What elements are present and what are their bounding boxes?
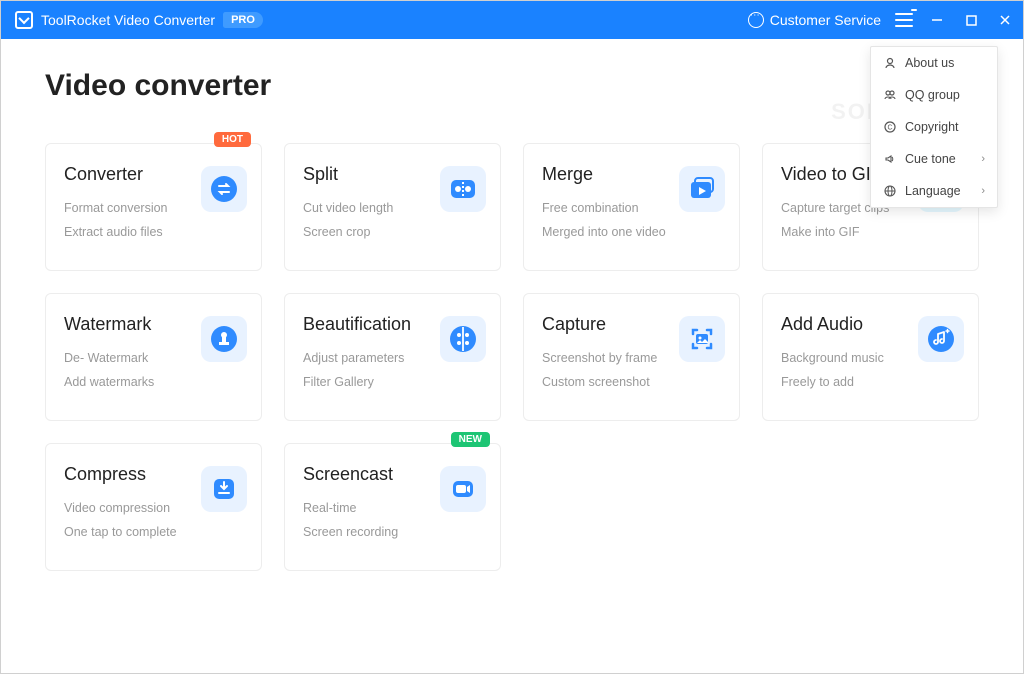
chat-icon: [748, 12, 764, 28]
chevron-right-icon: ›: [981, 185, 985, 197]
feature-grid: HOT Converter Format conversion Extract …: [45, 143, 979, 571]
card-line: Make into GIF: [781, 221, 960, 245]
card-compress[interactable]: Compress Video compression One tap to co…: [45, 443, 262, 571]
card-watermark[interactable]: Watermark De- Watermark Add watermarks: [45, 293, 262, 421]
menu-label: Cue tone: [905, 152, 956, 166]
group-icon: [883, 88, 897, 102]
compress-icon: [201, 466, 247, 512]
app-title: ToolRocket Video Converter: [41, 12, 215, 28]
watermark-icon: [201, 316, 247, 362]
new-badge: NEW: [451, 432, 490, 447]
menu-copyright[interactable]: C Copyright: [871, 111, 997, 143]
page-title: Video converter: [45, 69, 979, 103]
convert-icon: [201, 166, 247, 212]
card-line: Merged into one video: [542, 221, 721, 245]
hot-badge: HOT: [214, 132, 251, 147]
app-window: ToolRocket Video Converter PRO Customer …: [0, 0, 1024, 674]
customer-service-label: Customer Service: [770, 12, 881, 28]
menu-about-us[interactable]: About us: [871, 47, 997, 79]
person-icon: [883, 56, 897, 70]
app-logo-icon: [15, 11, 33, 29]
pro-badge: PRO: [223, 12, 263, 28]
menu-label: About us: [905, 56, 954, 70]
menu-qq-group[interactable]: QQ group: [871, 79, 997, 111]
screencast-icon: [440, 466, 486, 512]
beautify-icon: [440, 316, 486, 362]
menu-cue-tone[interactable]: Cue tone ›: [871, 143, 997, 175]
copyright-icon: C: [883, 120, 897, 134]
maximize-button[interactable]: [961, 10, 981, 30]
close-button[interactable]: [995, 10, 1015, 30]
card-capture[interactable]: Capture Screenshot by frame Custom scree…: [523, 293, 740, 421]
card-line: Freely to add: [781, 371, 960, 395]
card-beautification[interactable]: Beautification Adjust parameters Filter …: [284, 293, 501, 421]
notification-dot-icon: [911, 9, 917, 11]
split-icon: [440, 166, 486, 212]
menu-language[interactable]: Language ›: [871, 175, 997, 207]
card-converter[interactable]: HOT Converter Format conversion Extract …: [45, 143, 262, 271]
card-line: Extract audio files: [64, 221, 243, 245]
chevron-right-icon: ›: [981, 153, 985, 165]
card-line: Custom screenshot: [542, 371, 721, 395]
merge-icon: [679, 166, 725, 212]
customer-service-button[interactable]: Customer Service: [748, 12, 881, 28]
audio-icon: [918, 316, 964, 362]
minimize-button[interactable]: [927, 10, 947, 30]
titlebar: ToolRocket Video Converter PRO Customer …: [1, 1, 1023, 39]
card-add-audio[interactable]: Add Audio Background music Freely to add: [762, 293, 979, 421]
main-menu-dropdown: About us QQ group C Copyright Cue tone ›…: [870, 46, 998, 208]
card-line: Screen crop: [303, 221, 482, 245]
capture-icon: [679, 316, 725, 362]
card-line: Screen recording: [303, 521, 482, 545]
menu-toggle-button[interactable]: [895, 13, 913, 27]
svg-text:C: C: [887, 125, 892, 132]
menu-label: QQ group: [905, 88, 960, 102]
menu-label: Copyright: [905, 120, 959, 134]
card-line: Add watermarks: [64, 371, 243, 395]
card-merge[interactable]: Merge Free combination Merged into one v…: [523, 143, 740, 271]
menu-label: Language: [905, 184, 961, 198]
card-line: Filter Gallery: [303, 371, 482, 395]
card-screencast[interactable]: NEW Screencast Real-time Screen recordin…: [284, 443, 501, 571]
speaker-icon: [883, 152, 897, 166]
card-split[interactable]: Split Cut video length Screen crop: [284, 143, 501, 271]
globe-icon: [883, 184, 897, 198]
card-line: One tap to complete: [64, 521, 243, 545]
